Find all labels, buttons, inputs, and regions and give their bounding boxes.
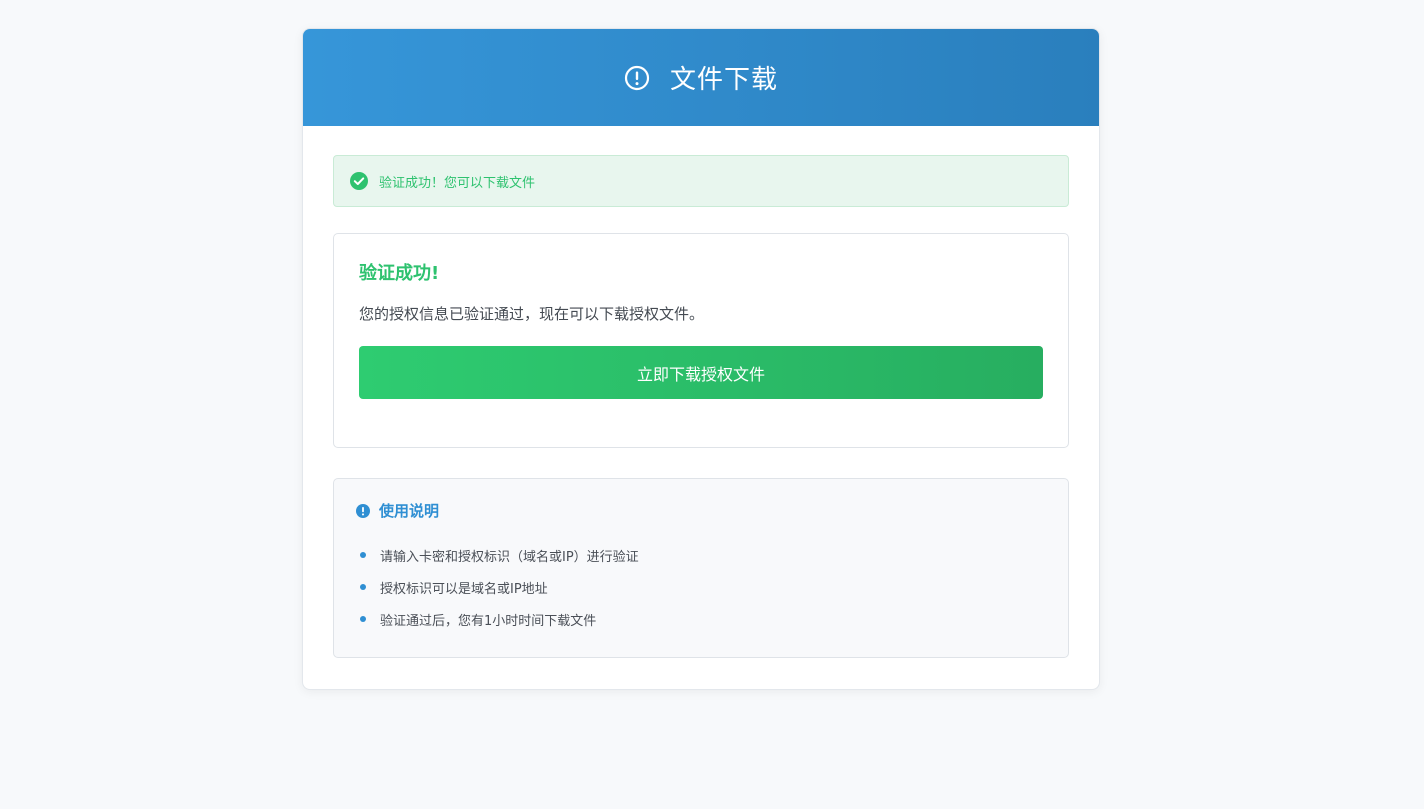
list-item: 验证通过后，您有1小时时间下载文件 [356,603,1046,635]
usage-list: 请输入卡密和授权标识（域名或IP）进行验证 授权标识可以是域名或IP地址 验证通… [356,539,1046,635]
result-description: 您的授权信息已验证通过，现在可以下载授权文件。 [359,305,705,323]
alert-message: 验证成功！您可以下载文件 [379,175,536,191]
success-alert: 验证成功！您可以下载文件 [333,155,1069,207]
list-item: 授权标识可以是域名或IP地址 [356,571,1046,603]
list-item-text: 授权标识可以是域名或IP地址 [380,581,548,597]
download-card: 文件下载 验证成功！您可以下载文件 验证成功! 您的授权信息已验证通过，现在可以… [302,28,1100,690]
card-content: 验证成功！您可以下载文件 验证成功! 您的授权信息已验证通过，现在可以下载授权文… [303,126,1099,658]
alert-circle-icon [624,65,650,91]
bullet-dot [360,552,366,558]
bullet-dot [360,584,366,590]
result-title: 验证成功! [359,263,440,284]
card-header: 文件下载 [303,29,1099,126]
check-circle-icon [350,172,368,190]
list-item-text: 请输入卡密和授权标识（域名或IP）进行验证 [380,549,639,565]
bullet-dot [360,616,366,622]
page-title: 文件下载 [669,65,778,95]
result-box: 验证成功! 您的授权信息已验证通过，现在可以下载授权文件。 立即下载授权文件 [333,233,1069,448]
info-circle-icon [356,504,370,518]
usage-heading: 使用说明 [356,501,1046,521]
download-button[interactable]: 立即下载授权文件 [359,346,1043,399]
usage-title: 使用说明 [379,502,440,520]
list-item: 请输入卡密和授权标识（域名或IP）进行验证 [356,539,1046,571]
list-item-text: 验证通过后，您有1小时时间下载文件 [380,613,597,629]
usage-box: 使用说明 请输入卡密和授权标识（域名或IP）进行验证 授权标识可以是域名或IP地… [333,478,1069,658]
